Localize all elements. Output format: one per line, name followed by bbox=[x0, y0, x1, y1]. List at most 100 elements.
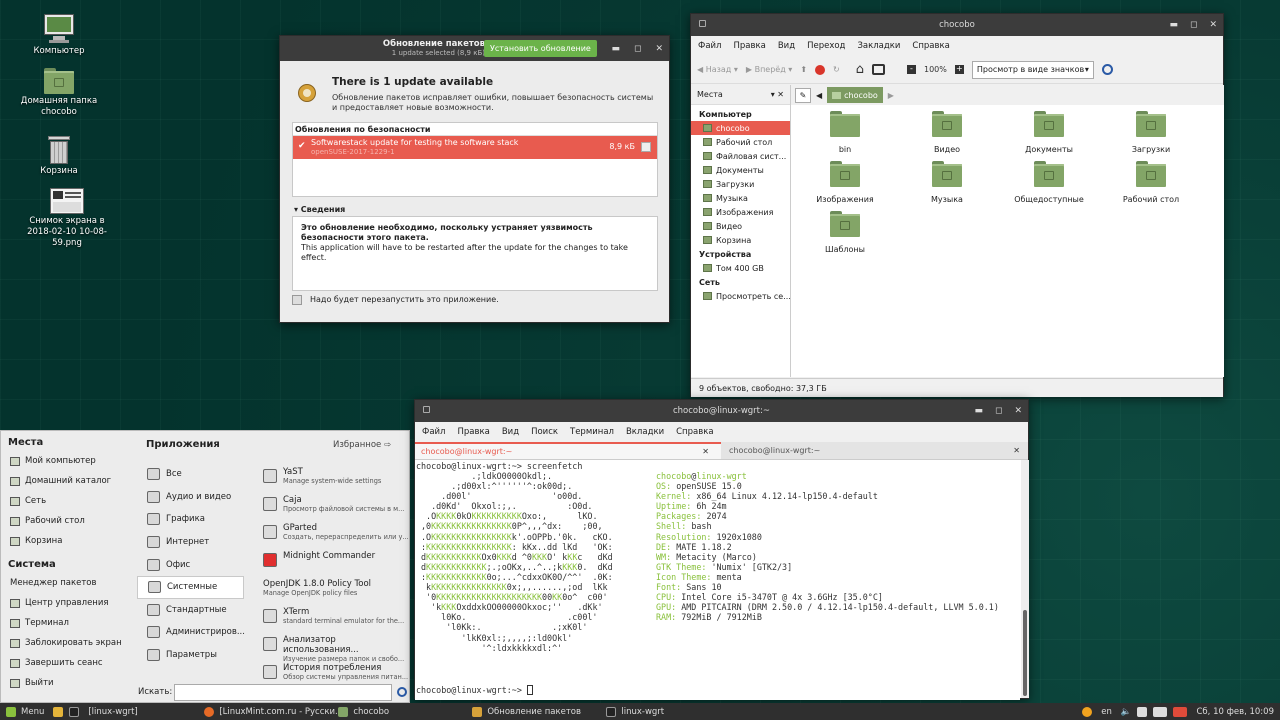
system-item[interactable]: Заблокировать экран bbox=[1, 633, 133, 653]
maximize-icon[interactable]: ◻ bbox=[1190, 20, 1197, 30]
sidebar-item[interactable]: Документы bbox=[691, 163, 790, 177]
menu-file[interactable]: Файл bbox=[422, 427, 445, 437]
menu-button[interactable]: Menu bbox=[0, 703, 50, 720]
app-item[interactable]: GParted Создать, перераспределить или у..… bbox=[259, 523, 409, 551]
system-item[interactable]: Выйти bbox=[1, 673, 133, 693]
close-icon[interactable]: ✕ bbox=[655, 44, 663, 54]
menu-file[interactable]: Файл bbox=[698, 41, 721, 51]
app-item[interactable]: Caja Просмотр файловой системы в м... bbox=[259, 495, 407, 523]
system-item[interactable]: Менеджер пакетов bbox=[1, 573, 133, 593]
sidebar-item[interactable]: Файловая сист... bbox=[691, 149, 790, 163]
sidebar-item[interactable]: chocobo bbox=[691, 121, 790, 135]
details-expander[interactable]: ▾ Сведения bbox=[294, 205, 345, 214]
home-icon[interactable]: ⌂ bbox=[856, 62, 864, 77]
back-button[interactable]: ◀ Назад ▾ bbox=[697, 65, 738, 74]
view-mode-select[interactable]: Просмотр в виде значков ▾ bbox=[971, 60, 1094, 79]
task-item[interactable]: [linux-wgrt] bbox=[82, 703, 198, 720]
task-item[interactable]: linux-wgrt bbox=[600, 703, 734, 720]
desktop-icon-screenshot[interactable]: Снимок экрана в 2018-02-10 10-08-59.png bbox=[22, 188, 112, 249]
category-item[interactable]: Интернет bbox=[137, 531, 244, 554]
sidebar-item[interactable]: Загрузки bbox=[691, 177, 790, 191]
clock[interactable]: Сб, 10 фев, 10:09 bbox=[1190, 703, 1280, 720]
files-launcher[interactable] bbox=[50, 703, 66, 720]
places-item[interactable]: Сеть bbox=[1, 491, 133, 511]
maximize-icon[interactable]: ◻ bbox=[634, 44, 641, 54]
terminal-tab-active[interactable]: chocobo@linux-wgrt:~ ✕ bbox=[415, 442, 721, 459]
category-item[interactable]: Графика bbox=[137, 508, 244, 531]
category-item[interactable]: Аудио и видео bbox=[137, 486, 244, 509]
file-item[interactable]: Изображения bbox=[795, 161, 895, 204]
menu-edit[interactable]: Правка bbox=[457, 427, 489, 437]
menu-go[interactable]: Переход bbox=[807, 41, 845, 51]
volume-icon[interactable]: 🔈 bbox=[1118, 703, 1135, 720]
system-item[interactable]: Центр управления bbox=[1, 593, 133, 613]
install-update-button[interactable]: Установить обновление bbox=[484, 40, 597, 57]
close-icon[interactable]: ✕ bbox=[1014, 406, 1022, 416]
app-item[interactable]: Midnight Commander bbox=[259, 551, 407, 579]
path-right-arrow[interactable]: ▶ bbox=[888, 91, 894, 100]
file-item[interactable]: Шаблоны bbox=[795, 211, 895, 254]
minimize-icon[interactable]: ▬ bbox=[611, 44, 620, 54]
file-item[interactable]: Документы bbox=[999, 111, 1099, 154]
maximize-icon[interactable]: ◻ bbox=[995, 406, 1002, 416]
forward-button[interactable]: ▶ Вперёд ▾ bbox=[746, 65, 792, 74]
app-item[interactable]: Анализатор использования... Изучение разм… bbox=[259, 635, 407, 663]
path-button[interactable]: chocobo bbox=[827, 87, 883, 103]
info-icon[interactable] bbox=[641, 142, 651, 152]
menu-terminal[interactable]: Терминал bbox=[570, 427, 614, 437]
up-icon[interactable]: ⬆ bbox=[800, 65, 807, 74]
menu-tabs[interactable]: Вкладки bbox=[626, 427, 664, 437]
zoom-out-icon[interactable]: - bbox=[906, 65, 916, 74]
menu-help[interactable]: Справка bbox=[676, 427, 713, 437]
sidebar-item[interactable]: Том 400 GB bbox=[691, 261, 790, 275]
search-icon[interactable] bbox=[397, 687, 407, 697]
file-item[interactable]: Загрузки bbox=[1101, 111, 1201, 154]
category-item[interactable]: Стандартные bbox=[137, 599, 244, 622]
menu-help[interactable]: Справка bbox=[912, 41, 949, 51]
computer-icon[interactable] bbox=[871, 64, 885, 75]
desktop-icon-home[interactable]: Домашняя папка chocobo bbox=[14, 68, 104, 118]
places-dropdown[interactable]: Места ▾ ✕ bbox=[691, 85, 790, 105]
desktop-icon-computer[interactable]: Компьютер bbox=[14, 14, 104, 57]
edit-location-icon[interactable]: ✎ bbox=[795, 87, 811, 103]
minimize-icon[interactable]: ▬ bbox=[974, 406, 983, 416]
update-titlebar[interactable]: Обновление пакетов 1 update selected (8,… bbox=[280, 36, 669, 61]
keyboard-layout[interactable]: en bbox=[1095, 703, 1118, 720]
system-item[interactable]: Завершить сеанс bbox=[1, 653, 133, 673]
fm-titlebar[interactable]: chocobo ▬ ◻ ✕ bbox=[691, 14, 1223, 36]
reload-icon[interactable]: ↻ bbox=[833, 65, 840, 74]
system-item[interactable]: Терминал bbox=[1, 613, 133, 633]
path-left-arrow[interactable]: ◀ bbox=[816, 91, 822, 100]
file-item[interactable]: bin bbox=[795, 111, 895, 154]
file-item[interactable]: Видео bbox=[897, 111, 997, 154]
category-item[interactable]: Системные bbox=[137, 575, 244, 599]
file-item[interactable]: Музыка bbox=[897, 161, 997, 204]
updates-tray-icon[interactable] bbox=[1170, 703, 1190, 720]
terminal-launcher[interactable] bbox=[66, 703, 82, 720]
menu-view[interactable]: Вид bbox=[502, 427, 519, 437]
places-item[interactable]: Мой компьютер bbox=[1, 451, 133, 471]
sidebar-item[interactable]: Изображения bbox=[691, 205, 790, 219]
places-item[interactable]: Рабочий стол bbox=[1, 511, 133, 531]
weather-icon[interactable] bbox=[1079, 703, 1095, 720]
network-icon[interactable] bbox=[1134, 703, 1150, 720]
task-item[interactable]: [LinuxMint.com.ru - Русски... bbox=[198, 703, 343, 720]
tab-close-icon[interactable]: ✕ bbox=[1013, 442, 1020, 459]
tab-close-icon[interactable]: ✕ bbox=[702, 444, 709, 459]
window-menu-icon[interactable] bbox=[699, 20, 706, 27]
minimize-icon[interactable]: ▬ bbox=[1169, 20, 1178, 30]
terminal-titlebar[interactable]: chocobo@linux-wgrt:~ ▬ ◻ ✕ bbox=[415, 400, 1028, 422]
update-row[interactable]: ✔ Softwarestack update for testing the s… bbox=[293, 136, 657, 159]
scrollbar[interactable] bbox=[1021, 460, 1029, 698]
sidebar-item[interactable]: Рабочий стол bbox=[691, 135, 790, 149]
checkbox-checked-icon[interactable]: ✔ bbox=[298, 141, 306, 151]
sidebar-item[interactable]: Корзина bbox=[691, 233, 790, 247]
category-item[interactable]: Администриров... bbox=[137, 621, 245, 644]
task-item[interactable]: chocobo bbox=[332, 703, 466, 720]
category-item[interactable]: Офис bbox=[137, 553, 244, 576]
window-menu-icon[interactable] bbox=[423, 406, 430, 413]
task-item[interactable]: Обновление пакетов bbox=[466, 703, 600, 720]
menu-bookmarks[interactable]: Закладки bbox=[857, 41, 900, 51]
sidebar-item[interactable]: Музыка bbox=[691, 191, 790, 205]
terminal-tab[interactable]: chocobo@linux-wgrt:~ ✕ bbox=[721, 442, 1028, 459]
